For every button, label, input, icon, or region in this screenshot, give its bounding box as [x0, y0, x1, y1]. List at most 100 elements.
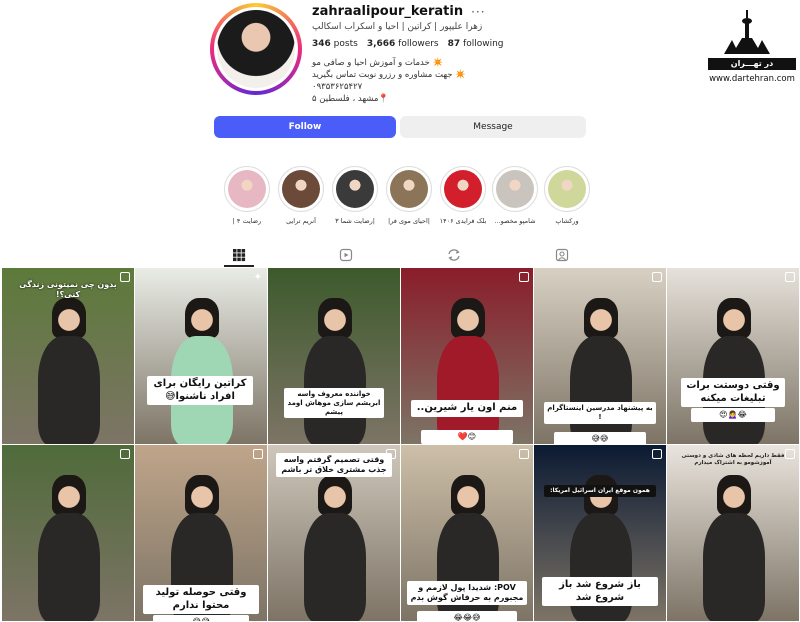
person-figure — [52, 475, 86, 515]
highlight-label: ورکشاپ — [555, 217, 579, 225]
grid-tab-icon[interactable] — [232, 248, 246, 262]
posts-stat[interactable]: 346 posts — [312, 39, 358, 49]
person-figure — [717, 475, 751, 515]
profile-info: zahraalipour_keratin ··· زهرا علیپور | ک… — [312, 4, 612, 105]
highlight-item[interactable]: آنریم ترایی — [276, 166, 326, 225]
followers-label: followers — [398, 39, 439, 49]
post-thumbnail[interactable]: منم اون یار شیرین.. 😊❤️ — [401, 268, 533, 444]
message-button[interactable]: Message — [400, 116, 586, 138]
more-options-icon[interactable]: ··· — [471, 5, 485, 19]
post-thumbnail[interactable]: به پیشنهاد مدرسین اینستاگرام ! 😅😅 — [534, 268, 666, 444]
following-count: 87 — [447, 39, 461, 49]
person-figure — [451, 475, 485, 515]
highlight-image — [336, 170, 374, 208]
avatar-border — [214, 7, 298, 91]
following-stat[interactable]: 87 following — [448, 39, 504, 49]
post-subcaption: فقط داریم لحظه های شادی و دوستی آموزشومو… — [681, 453, 785, 466]
post-thumbnail[interactable]: خواننده معروف واسه ابریشم سازی موهاش اوم… — [268, 268, 400, 444]
followers-stat[interactable]: 3,666 followers — [367, 39, 439, 49]
highlight-image — [548, 170, 586, 208]
post-thumbnail[interactable]: بدون چی نمیتونی زندگی کنی؟! — [2, 268, 134, 444]
highlight-label: رضایت ۴ | — [232, 217, 262, 225]
highlight-cover — [440, 166, 486, 212]
posts-count: 346 — [312, 39, 331, 49]
reel-icon — [652, 272, 662, 282]
person-figure — [185, 298, 219, 338]
post-thumbnail[interactable]: ✦ کراتین رایگان برای افراد ناشنوا😅 — [135, 268, 267, 444]
profile-bio: ✴️ خدمات و آموزش احیا و صافی مو ✴️ جهت م… — [312, 57, 612, 105]
highlight-cover — [278, 166, 324, 212]
follow-button[interactable]: Follow — [214, 116, 396, 138]
person-figure — [717, 298, 751, 338]
post-subcaption: 😂🙍‍♀️😍 — [691, 408, 775, 422]
avatar-photo — [217, 10, 295, 88]
highlight-cover — [544, 166, 590, 212]
posts-label: posts — [333, 39, 358, 49]
highlight-item[interactable]: شامپو مخصو... — [490, 166, 540, 225]
person-figure — [52, 298, 86, 338]
highlight-cover — [224, 166, 270, 212]
highlight-item[interactable]: ورکشاپ — [542, 166, 592, 225]
logo-banner: در تهـــران — [708, 58, 796, 70]
post-thumbnail[interactable]: وقتی دوستت برات تبلیغات میکنه 😂🙍‍♀️😍 — [667, 268, 799, 444]
post-caption: وقتی حوصله تولید محتوا ندارم — [143, 585, 259, 614]
post-subcaption: 😅😂 — [153, 615, 249, 621]
post-caption: منم اون یار شیرین.. — [411, 400, 523, 417]
highlight-label: |احیای موی فر| — [388, 217, 430, 225]
person-body — [437, 336, 499, 444]
post-subcaption: 😅😂😂 — [417, 611, 517, 621]
bio-line: ✴️ جهت مشاوره و رزرو نوبت تماس بگیرید — [312, 70, 466, 80]
highlight-image — [282, 170, 320, 208]
post-caption: وقتی دوستت برات تبلیغات میکنه — [681, 378, 785, 407]
bio-phone: ۰۹۳۵۳۶۲۵۴۲۷ — [312, 82, 363, 92]
person-body — [304, 513, 366, 621]
post-thumbnail[interactable]: وقتی حوصله تولید محتوا ندارم😅😂 — [135, 445, 267, 621]
reel-icon — [120, 449, 130, 459]
followers-count: 3,666 — [366, 39, 396, 49]
post-thumbnail[interactable]: فقط داریم لحظه های شادی و دوستی آموزشومو… — [667, 445, 799, 621]
reel-icon — [519, 272, 529, 282]
highlight-label: |رضایت شما ۳ — [335, 217, 375, 225]
highlight-image — [496, 170, 534, 208]
post-subcaption: 😊❤️ — [421, 430, 513, 444]
person-body — [38, 336, 100, 444]
pinned-icon: ✦ — [253, 272, 262, 283]
highlight-item[interactable]: بلک فرایدی ۱۴۰۶ — [438, 166, 488, 225]
bio-line: ✴️ خدمات و آموزش احیا و صافی مو — [312, 58, 444, 68]
post-thumbnail[interactable]: وقتی تصمیم گرفتم واسه جذب مشتری خلاق تر … — [268, 445, 400, 621]
highlight-item[interactable]: |احیای موی فر| — [384, 166, 434, 225]
post-caption: خواننده معروف واسه ابریشم سازی موهاش اوم… — [284, 388, 384, 419]
highlight-image — [228, 170, 266, 208]
profile-avatar[interactable] — [210, 3, 302, 95]
post-thumbnail[interactable] — [2, 445, 134, 621]
post-caption: کراتین رایگان برای افراد ناشنوا😅 — [147, 376, 253, 405]
person-figure — [584, 298, 618, 338]
highlight-image — [444, 170, 482, 208]
dartehran-logo: در تهـــران www.dartehran.com — [702, 10, 796, 90]
reel-icon — [519, 449, 529, 459]
reel-icon — [652, 449, 662, 459]
highlight-image — [390, 170, 428, 208]
post-caption: باز شروع شد باز شروع شد — [542, 577, 658, 606]
highlight-label: آنریم ترایی — [286, 217, 316, 225]
highlight-item[interactable]: رضایت ۴ | — [222, 166, 272, 225]
profile-username[interactable]: zahraalipour_keratin — [312, 4, 463, 19]
highlight-item[interactable]: |رضایت شما ۳ — [330, 166, 380, 225]
person-body — [703, 513, 765, 621]
reel-icon — [785, 272, 795, 282]
highlight-label: شامپو مخصو... — [494, 217, 536, 225]
bio-location: 📍مشهد ، فلسطین ۵ — [312, 94, 389, 104]
highlight-cover — [386, 166, 432, 212]
post-subcaption: 😅😅 — [554, 432, 646, 444]
profile-stats: 346 posts 3,666 followers 87 following — [312, 39, 612, 49]
reels-tab-icon[interactable] — [339, 248, 353, 262]
reposts-tab-icon[interactable] — [447, 248, 461, 262]
highlight-label: بلک فرایدی ۱۴۰۶ — [439, 217, 487, 225]
post-thumbnail[interactable]: POV: شدیدا پول لازمم و مجبورم به حرفاش گ… — [401, 445, 533, 621]
tagged-tab-icon[interactable] — [555, 248, 569, 262]
highlight-cover — [332, 166, 378, 212]
active-tab-indicator — [224, 265, 254, 267]
profile-tabs — [0, 244, 800, 266]
person-figure — [451, 298, 485, 338]
post-thumbnail[interactable]: باز شروع شد باز شروع شد همون موقع ایران ا… — [534, 445, 666, 621]
